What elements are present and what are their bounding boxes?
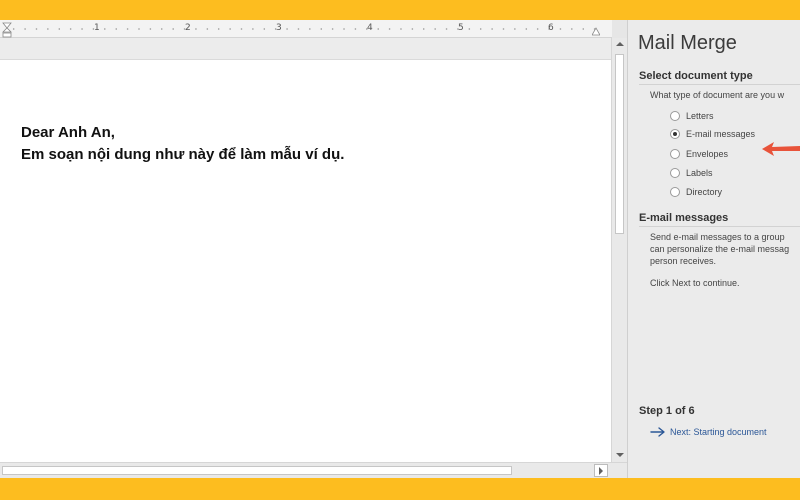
pane-title: Mail Merge xyxy=(638,32,737,54)
radio-button[interactable] xyxy=(670,168,680,178)
vertical-scroll-thumb[interactable] xyxy=(615,54,624,234)
word-window: 1 2 3 4 5 6 Dear Anh An, Em soạn nội dun… xyxy=(0,20,800,478)
document-line: Dear Anh An, xyxy=(21,124,115,141)
email-description: Send e-mail messages to a group can pers… xyxy=(650,231,789,267)
radio-email-messages[interactable]: E-mail messages xyxy=(670,127,755,141)
description-line: person receives. xyxy=(650,256,717,266)
radio-label: E-mail messages xyxy=(686,129,756,139)
right-arrow-icon xyxy=(650,427,665,437)
radio-label: Labels xyxy=(686,168,713,178)
radio-button[interactable] xyxy=(670,111,680,121)
document-line: Em soạn nội dung như này để làm mẫu ví d… xyxy=(21,146,345,163)
ruler-number: 6 xyxy=(548,23,554,33)
indent-marker-icon[interactable] xyxy=(2,22,12,38)
continue-hint: Click Next to continue. xyxy=(650,278,740,288)
section-divider xyxy=(639,84,800,85)
top-frame-band xyxy=(0,0,800,20)
mail-merge-pane: Mail Merge Select document type What typ… xyxy=(627,20,800,478)
select-document-type-heading: Select document type xyxy=(639,70,753,82)
horizontal-ruler[interactable]: 1 2 3 4 5 6 xyxy=(0,20,612,38)
description-line: can personalize the e-mail messag xyxy=(650,244,790,254)
document-type-question: What type of document are you w xyxy=(650,90,785,100)
radio-directory[interactable]: Directory xyxy=(670,185,722,199)
radio-envelopes[interactable]: Envelopes xyxy=(670,147,728,161)
ruler-number: 2 xyxy=(185,23,191,33)
scroll-down-icon[interactable] xyxy=(614,448,626,462)
ruler-number: 4 xyxy=(367,23,373,33)
ruler-number: 5 xyxy=(458,23,464,33)
radio-letters[interactable]: Letters xyxy=(670,109,714,123)
next-starting-document-link[interactable]: Next: Starting document xyxy=(650,425,767,439)
scroll-up-icon[interactable] xyxy=(614,38,626,50)
document-body[interactable]: Dear Anh An, Em soạn nội dung như này để… xyxy=(21,122,344,166)
description-line: Send e-mail messages to a group xyxy=(650,232,785,242)
ruler-number: 3 xyxy=(276,23,282,33)
step-indicator: Step 1 of 6 xyxy=(639,405,695,417)
ruler-number: 1 xyxy=(94,23,100,33)
radio-labels[interactable]: Labels xyxy=(670,166,713,180)
bottom-frame-band xyxy=(0,478,800,500)
radio-button[interactable] xyxy=(670,187,680,197)
radio-label: Letters xyxy=(686,111,714,121)
horizontal-scroll-thumb[interactable] xyxy=(2,466,512,475)
section-divider xyxy=(639,226,800,227)
scroll-right-icon[interactable] xyxy=(594,464,608,477)
document-page[interactable]: Dear Anh An, Em soạn nội dung như này để… xyxy=(0,60,611,462)
radio-label: Directory xyxy=(686,187,723,197)
page-top-margin xyxy=(0,38,612,60)
radio-button-selected[interactable] xyxy=(670,129,680,139)
red-arrow-icon xyxy=(762,142,800,156)
radio-button[interactable] xyxy=(670,149,680,159)
next-link-label: Next: Starting document xyxy=(670,427,767,437)
horizontal-scrollbar[interactable] xyxy=(0,462,627,478)
right-indent-marker-icon[interactable] xyxy=(592,26,600,36)
email-messages-heading: E-mail messages xyxy=(639,212,729,224)
vertical-scrollbar[interactable] xyxy=(611,38,627,462)
radio-label: Envelopes xyxy=(686,149,729,159)
